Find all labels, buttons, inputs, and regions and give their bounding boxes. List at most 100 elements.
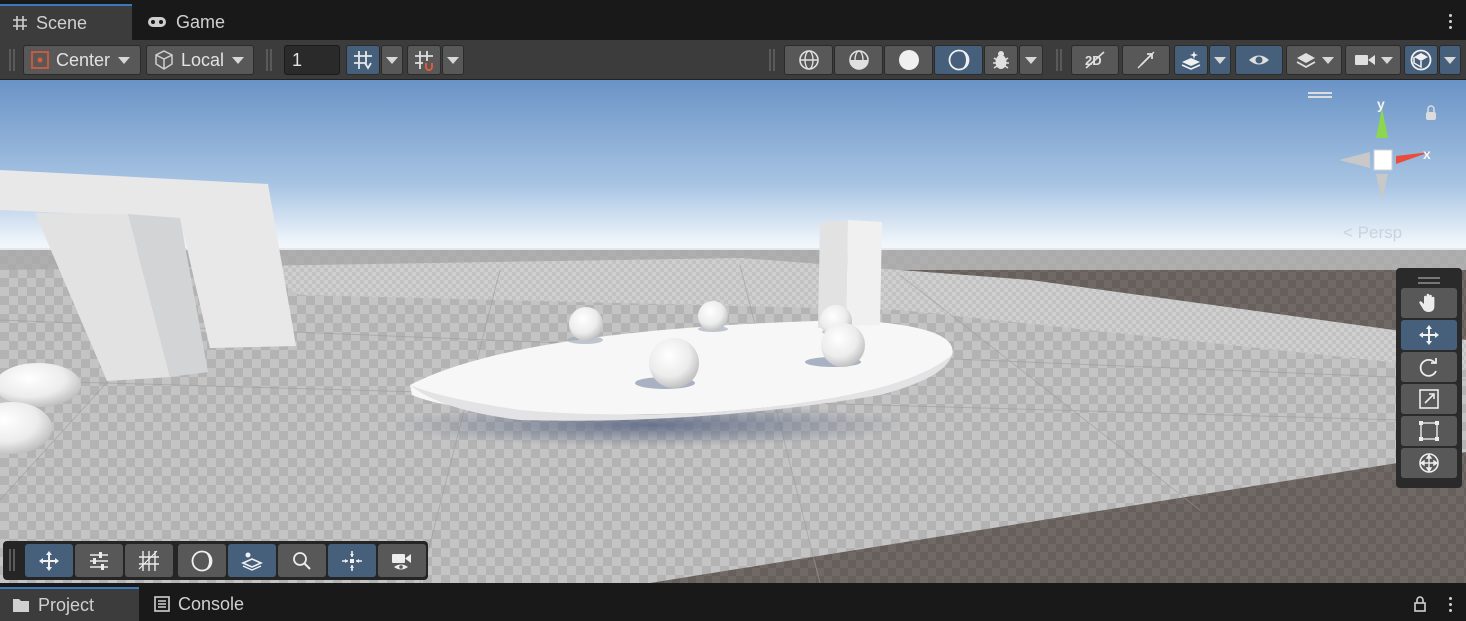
camera-settings-dropdown[interactable] xyxy=(1345,45,1401,75)
chevron-down-icon xyxy=(386,56,398,64)
bottom-tab-bar: Project Console xyxy=(0,583,1466,621)
layers-dropdown[interactable] xyxy=(1286,45,1342,75)
scale-tool-button[interactable] xyxy=(1401,384,1457,414)
pivot-rotation-dropdown[interactable]: Local xyxy=(146,45,254,75)
more-options-icon[interactable] xyxy=(1448,14,1452,29)
move-overlay-button[interactable] xyxy=(25,544,73,577)
pivot-mode-dropdown[interactable]: Center xyxy=(23,45,141,75)
chevron-down-icon xyxy=(447,56,459,64)
shaded-wire-sphere-icon xyxy=(848,50,869,70)
camera-eye-icon xyxy=(392,553,411,569)
increment-snap-dropdown[interactable] xyxy=(442,45,464,75)
tab-project-label: Project xyxy=(38,594,95,615)
frame-center-icon xyxy=(342,550,362,571)
overlay-toolbar xyxy=(3,541,428,580)
effects-toggle-button[interactable] xyxy=(1174,45,1208,75)
cube-icon xyxy=(155,50,173,70)
rotate-tool-button[interactable] xyxy=(1401,352,1457,382)
moon-sphere-icon xyxy=(948,49,969,71)
lit-shading-button[interactable] xyxy=(934,45,983,75)
projection-toggle[interactable]: < Persp xyxy=(1343,223,1402,243)
sliders-overlay-button[interactable] xyxy=(75,544,123,577)
tools-overlay-panel xyxy=(1396,268,1462,488)
folder-icon xyxy=(13,599,29,612)
gizmo-y-label: y xyxy=(1377,96,1385,112)
chevron-down-icon xyxy=(1380,56,1393,64)
wireframe-shading-button[interactable] xyxy=(784,45,833,75)
tab-console[interactable]: Console xyxy=(142,587,256,621)
pivot-mode-label: Center xyxy=(56,49,111,70)
light-crossed-icon xyxy=(1137,51,1155,69)
chevron-down-icon xyxy=(1025,56,1037,64)
grid-snap-icon xyxy=(354,51,372,70)
scene-viewport[interactable]: y x < Persp xyxy=(0,80,1466,583)
gizmo-x-label: x xyxy=(1423,146,1431,162)
toolbar-grip[interactable] xyxy=(9,549,15,571)
lighting-toggle-button[interactable] xyxy=(1122,45,1170,75)
effects-dropdown[interactable] xyxy=(1209,45,1231,75)
chevron-down-icon xyxy=(118,56,131,64)
camera-overlay-button[interactable] xyxy=(378,544,426,577)
moon-sphere-icon xyxy=(191,550,213,571)
layers-sparkle-icon xyxy=(241,552,263,571)
hand-tool-button[interactable] xyxy=(1401,288,1457,318)
tab-game-label: Game xyxy=(176,11,226,32)
shaded-button[interactable] xyxy=(884,45,933,75)
toolbar-grip[interactable] xyxy=(266,49,272,71)
shading-overlay-button[interactable] xyxy=(178,544,226,577)
move-arrows-icon xyxy=(1419,325,1439,345)
tab-project[interactable]: Project xyxy=(0,587,139,621)
grid-snap-button[interactable] xyxy=(346,45,380,75)
debug-draw-dropdown[interactable] xyxy=(1019,45,1043,75)
scene-render xyxy=(0,80,1466,583)
shaded-wireframe-button[interactable] xyxy=(834,45,883,75)
toolbar-grip[interactable] xyxy=(769,49,775,71)
panel-grip[interactable] xyxy=(1401,272,1457,286)
lock-icon[interactable] xyxy=(1414,596,1426,612)
gizmos-dropdown[interactable] xyxy=(1439,45,1461,75)
camera-icon xyxy=(1354,55,1375,65)
transform-icon xyxy=(1419,453,1439,473)
wireframe-sphere-icon xyxy=(798,50,819,70)
snap-increment-field[interactable]: 1 xyxy=(284,45,340,75)
grid-overlay-button[interactable] xyxy=(125,544,173,577)
scene-visibility-button[interactable] xyxy=(1235,45,1283,75)
search-overlay-button[interactable] xyxy=(278,544,326,577)
debug-draw-mode-button[interactable] xyxy=(984,45,1018,75)
pivot-overlay-button[interactable] xyxy=(328,544,376,577)
rect-transform-icon xyxy=(1419,421,1439,441)
scene-toolbar: Center Local 1 xyxy=(0,40,1466,80)
tab-game[interactable]: Game xyxy=(134,4,237,40)
bug-icon xyxy=(993,51,1009,69)
rect-tool-button[interactable] xyxy=(1401,416,1457,446)
grid-hatch-icon xyxy=(138,550,159,571)
rotate-icon xyxy=(1419,358,1437,377)
increment-snap-button[interactable] xyxy=(407,45,441,75)
scale-icon xyxy=(1419,389,1439,409)
gizmos-toggle-button[interactable] xyxy=(1404,45,1438,75)
toolbar-grip[interactable] xyxy=(9,49,15,71)
hand-icon xyxy=(1419,293,1435,312)
gizmo-globe-icon xyxy=(1410,49,1432,71)
sliders-icon xyxy=(90,551,108,570)
move-tool-button[interactable] xyxy=(1401,320,1457,350)
grid-hash-icon xyxy=(13,16,27,30)
layers-icon xyxy=(1296,53,1315,69)
tab-scene[interactable]: Scene xyxy=(0,4,132,40)
tab-scene-label: Scene xyxy=(36,12,88,33)
pivot-rotation-label: Local xyxy=(181,49,225,70)
top-tab-bar: Scene Game xyxy=(0,0,1466,40)
layers-sparkle-icon xyxy=(1181,51,1201,70)
pivot-center-icon xyxy=(31,51,49,69)
transform-tool-button[interactable] xyxy=(1401,448,1457,478)
console-icon xyxy=(154,596,170,612)
magnet-grid-icon xyxy=(415,51,433,71)
toolbar-grip[interactable] xyxy=(1056,49,1062,71)
gamepad-icon xyxy=(148,17,166,27)
more-options-icon[interactable] xyxy=(1448,597,1452,612)
chevron-down-icon xyxy=(232,56,245,64)
grid-snap-dropdown[interactable] xyxy=(381,45,403,75)
2d-toggle-button[interactable]: 2D xyxy=(1071,45,1119,75)
layers-overlay-button[interactable] xyxy=(228,544,276,577)
chevron-down-icon xyxy=(1214,56,1226,64)
